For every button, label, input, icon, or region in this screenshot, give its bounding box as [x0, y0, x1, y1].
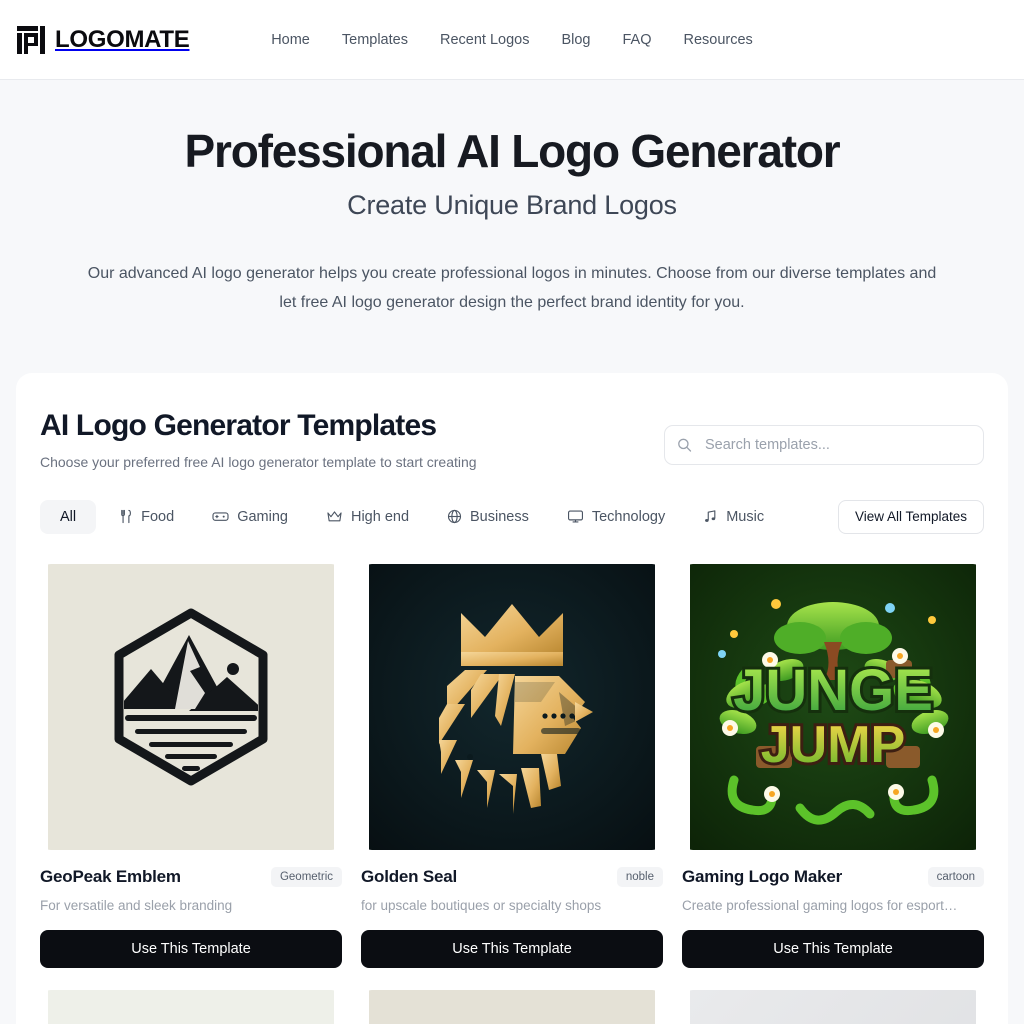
filter-tab-food[interactable]: Food	[102, 500, 190, 534]
search-box	[664, 424, 984, 465]
filter-tab-food-label: Food	[141, 508, 175, 525]
template-card-title: GeoPeak Emblem	[40, 866, 181, 886]
template-card[interactable]: Golden Seal noble for upscale boutiques …	[361, 563, 663, 968]
filter-tab-gaming[interactable]: Gaming	[196, 500, 304, 534]
template-thumbnail[interactable]	[682, 989, 984, 1024]
hero-section: Professional AI Logo Generator Create Un…	[0, 80, 1024, 373]
globe-icon	[447, 509, 462, 524]
template-card[interactable]	[682, 989, 984, 1024]
templates-panel-header: AI Logo Generator Templates Choose your …	[40, 409, 984, 470]
hexagon-mountain-emblem-icon	[48, 563, 334, 850]
template-card-title: Golden Seal	[361, 866, 458, 886]
filter-tab-high-end[interactable]: High end	[310, 500, 425, 534]
crown-icon	[326, 509, 343, 524]
page-title: Professional AI Logo Generator	[184, 125, 841, 177]
status-badge: noble	[616, 866, 663, 887]
nav-item-faq[interactable]: FAQ	[622, 32, 651, 48]
status-badge: Geometric	[270, 866, 342, 887]
cream-blank-thumbnail-icon	[369, 989, 655, 1024]
jungle-jump-wordmark-icon: JUNGE JUMP	[690, 563, 976, 850]
filter-tab-gaming-label: Gaming	[237, 508, 288, 525]
template-card-header: Gaming Logo Maker cartoon	[682, 866, 984, 887]
use-this-template-button[interactable]: Use This Template	[361, 929, 663, 968]
crowned-lion-head-icon	[369, 563, 655, 850]
filter-tab-music-label: Music	[726, 508, 765, 525]
wordmark-line-1: JUNGE	[733, 658, 933, 723]
nav-item-home[interactable]: Home	[271, 32, 310, 48]
template-thumbnail[interactable]	[40, 563, 342, 850]
view-all-templates-button[interactable]: View All Templates	[837, 499, 984, 534]
template-card-header: GeoPeak Emblem Geometric	[40, 866, 342, 887]
template-thumbnail[interactable]: JUNGE JUMP	[682, 563, 984, 850]
search-input[interactable]	[664, 424, 984, 465]
page-subtitle: Create Unique Brand Logos	[347, 189, 677, 220]
templates-heading-group: AI Logo Generator Templates Choose your …	[40, 409, 477, 470]
nav-item-blog[interactable]: Blog	[561, 32, 590, 48]
template-card-grid-row-2	[40, 989, 984, 1024]
use-this-template-button[interactable]: Use This Template	[40, 929, 342, 968]
template-card[interactable]	[40, 989, 342, 1024]
template-card-title: Gaming Logo Maker	[682, 866, 843, 886]
fork-knife-icon	[118, 509, 133, 524]
nav-item-recent-logos[interactable]: Recent Logos	[440, 32, 529, 48]
logomate-glyph-icon	[16, 25, 46, 55]
search-icon	[677, 437, 692, 452]
template-card[interactable]: JUNGE JUMP Gaming Logo Maker cartoon Cre…	[682, 563, 984, 968]
filter-tab-technology[interactable]: Technology	[551, 500, 681, 534]
templates-subtitle: Choose your preferred free AI logo gener…	[40, 453, 477, 470]
template-card-description: For versatile and sleek branding	[40, 897, 233, 913]
main-navigation: Home Templates Recent Logos Blog FAQ Res…	[271, 32, 753, 48]
gray-blank-thumbnail-icon	[690, 989, 976, 1024]
template-card-description: Create professional gaming logos for esp…	[682, 897, 958, 913]
templates-panel: AI Logo Generator Templates Choose your …	[16, 372, 1008, 1024]
filter-tab-music[interactable]: Music	[687, 500, 780, 534]
filter-tab-all-label: All	[60, 508, 77, 525]
filter-tab-technology-label: Technology	[591, 508, 666, 525]
sombrero-badge-icon	[48, 989, 334, 1024]
template-card[interactable]: GeoPeak Emblem Geometric For versatile a…	[40, 563, 342, 968]
wordmark-line-2: JUMP	[761, 716, 905, 774]
templates-title: AI Logo Generator Templates	[40, 408, 437, 442]
filter-tab-high-end-label: High end	[350, 508, 410, 525]
template-card-header: Golden Seal noble	[361, 866, 663, 887]
brand-logo-link[interactable]: LOGOMATE	[16, 25, 190, 55]
filter-tab-business[interactable]: Business	[431, 500, 545, 534]
gamepad-icon	[212, 509, 229, 524]
nav-item-resources[interactable]: Resources	[684, 32, 753, 48]
template-card-grid: GeoPeak Emblem Geometric For versatile a…	[40, 563, 984, 968]
category-filter-bar: All Food Gaming High end Business Techno…	[40, 499, 984, 534]
template-card-description: for upscale boutiques or specialty shops	[361, 897, 602, 913]
nav-item-templates[interactable]: Templates	[342, 32, 408, 48]
status-badge: cartoon	[927, 866, 984, 887]
monitor-icon	[567, 509, 584, 524]
site-header: LOGOMATE Home Templates Recent Logos Blo…	[0, 0, 1024, 80]
music-note-icon	[703, 509, 718, 524]
filter-tab-business-label: Business	[470, 508, 529, 525]
hero-description: Our advanced AI logo generator helps you…	[87, 264, 937, 311]
use-this-template-button[interactable]: Use This Template	[682, 929, 984, 968]
filter-tab-all[interactable]: All	[40, 499, 97, 534]
template-card[interactable]	[361, 989, 663, 1024]
template-thumbnail[interactable]	[40, 989, 342, 1024]
template-thumbnail[interactable]	[361, 989, 663, 1024]
template-thumbnail[interactable]	[361, 563, 663, 850]
brand-name: LOGOMATE	[55, 25, 190, 53]
